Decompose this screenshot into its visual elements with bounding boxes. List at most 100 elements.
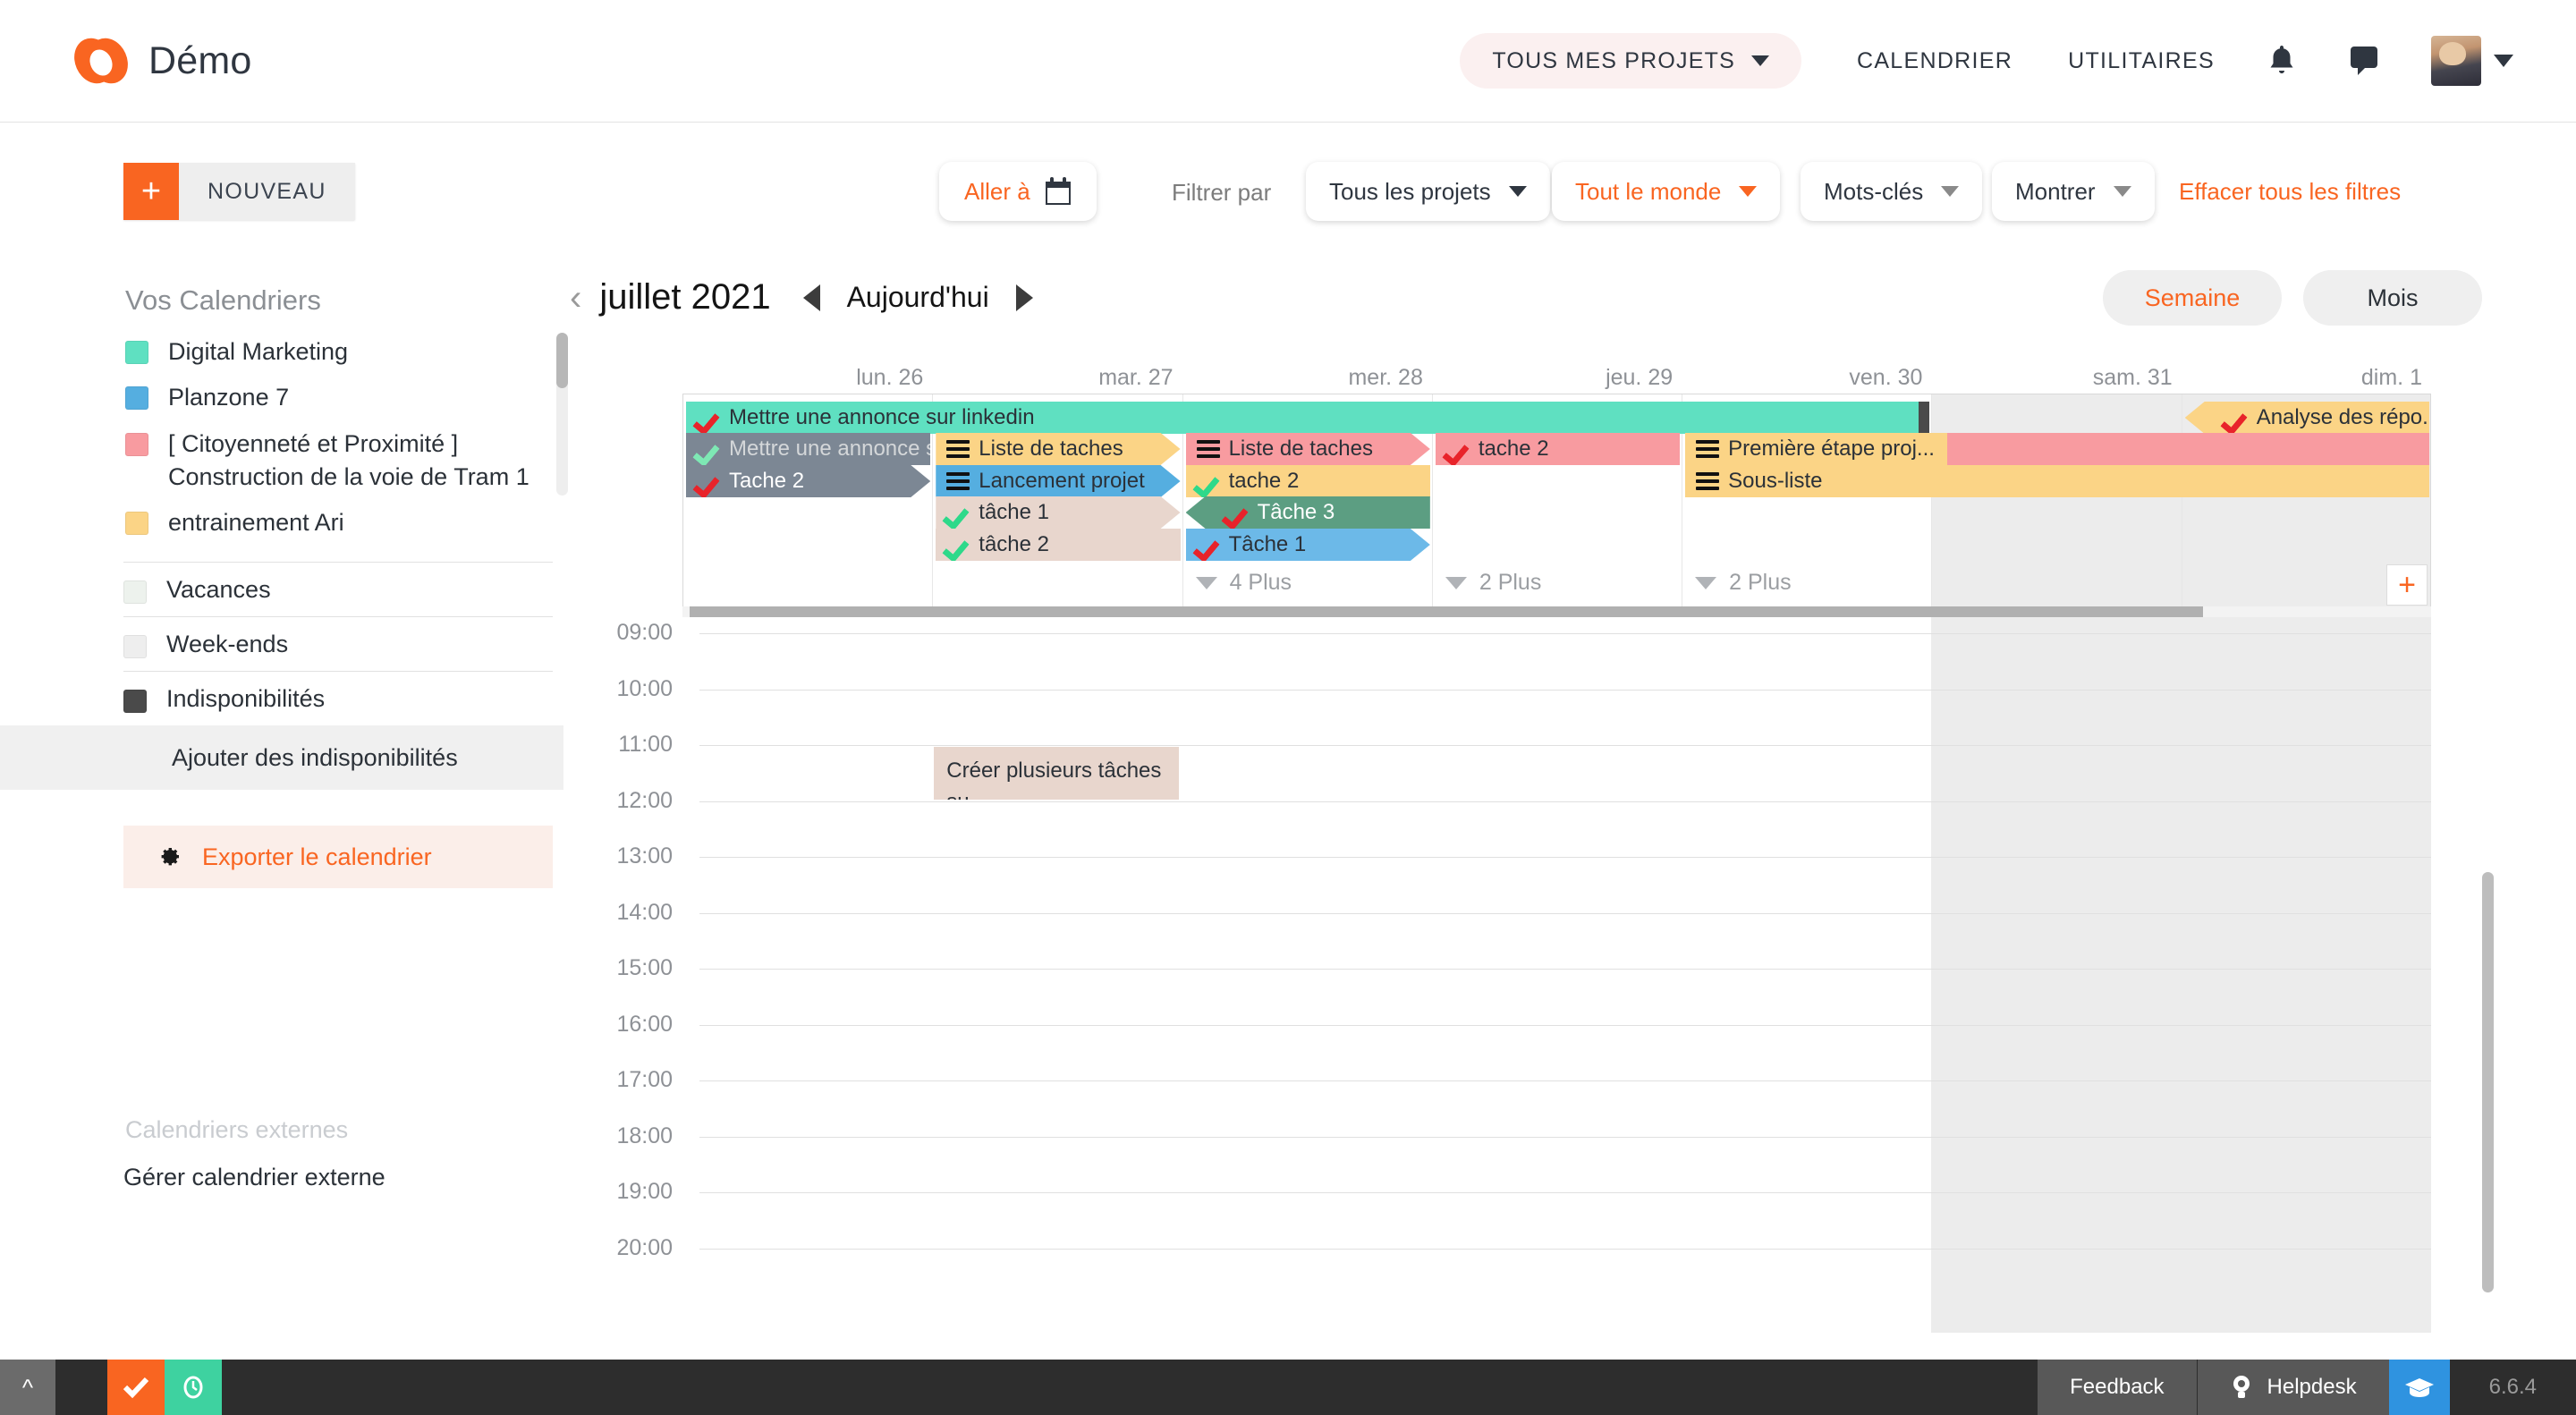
color-swatch [125, 432, 148, 456]
add-unavailability-button[interactable]: Ajouter des indisponibilités [0, 725, 564, 791]
chevron-down-icon [1445, 576, 1467, 589]
all-day-event[interactable]: tâche 1 [936, 496, 1180, 529]
projects-selector[interactable]: TOUS MES PROJETS [1460, 33, 1801, 89]
filter-projects-dropdown[interactable]: Tous les projets [1306, 162, 1550, 221]
all-day-event[interactable]: Sous-liste [1685, 465, 2429, 497]
all-day-event[interactable]: Lancement projet [936, 465, 1180, 497]
new-button[interactable]: + NOUVEAU [123, 163, 355, 220]
nav-link-utilitaires[interactable]: UTILITAIRES [2068, 48, 2215, 74]
all-day-event[interactable]: Liste de taches [1186, 433, 1430, 465]
event-title: Lancement projet [979, 469, 1145, 493]
event-title: Liste de taches [979, 436, 1123, 461]
app-root: Démo TOUS MES PROJETS CALENDRIER UTILITA… [0, 0, 2576, 1415]
time-grid-column-6[interactable] [2181, 617, 2431, 1333]
nav-link-calendrier[interactable]: CALENDRIER [1857, 48, 2012, 74]
hour-gridline [699, 1080, 2431, 1081]
check-icon [1446, 439, 1470, 459]
filter-by-label: Filtrer par [1172, 179, 1272, 206]
filter-projects-label: Tous les projets [1329, 177, 1491, 205]
calendar-name: Digital Marketing [168, 338, 349, 365]
goto-date-button[interactable]: Aller à [939, 162, 1097, 221]
chevron-left-icon[interactable]: ‹ [570, 280, 581, 316]
manage-external-calendar-link[interactable]: Gérer calendrier externe [123, 1164, 564, 1191]
check-icon [697, 439, 720, 459]
chevron-down-icon [1508, 186, 1527, 197]
all-day-event[interactable]: tache 2 [1435, 433, 1681, 465]
feedback-button[interactable]: Feedback [2037, 1360, 2197, 1415]
triangle-right-icon[interactable] [1015, 284, 1033, 311]
time-grid-vertical-scrollbar[interactable] [2482, 872, 2494, 1292]
all-day-event[interactable]: Analyse des répo... [2184, 402, 2429, 434]
chevron-down-icon [1739, 186, 1758, 197]
export-calendar-button[interactable]: Exporter le calendrier [123, 826, 553, 889]
event-title: tâche 2 [979, 532, 1050, 556]
clock-icon[interactable] [165, 1360, 222, 1415]
time-grid-column-4[interactable] [1682, 617, 1931, 1333]
brand-logo[interactable]: Démo [67, 31, 252, 90]
time-grid-column-3[interactable] [1432, 617, 1682, 1333]
add-event-button[interactable]: + [2386, 564, 2428, 606]
sidebar-item-weekends[interactable]: Week-ends [0, 617, 564, 671]
filter-people-dropdown[interactable]: Tout le monde [1552, 162, 1781, 221]
view-switcher: Semaine Mois [2103, 270, 2482, 326]
time-grid-column-0[interactable] [682, 617, 932, 1333]
plus-icon: + [123, 163, 179, 220]
chat-bubble-icon[interactable] [2349, 45, 2383, 77]
graduation-cap-icon[interactable] [2388, 1360, 2450, 1415]
all-day-event[interactable]: Mettre une annonce s... [686, 433, 931, 465]
user-menu[interactable] [2431, 36, 2513, 86]
helpdesk-button[interactable]: Helpdesk [2196, 1360, 2389, 1415]
color-swatch [123, 690, 147, 714]
calendar-list-item[interactable]: Digital Marketing [125, 329, 555, 375]
view-button-semaine[interactable]: Semaine [2103, 270, 2282, 326]
all-day-event[interactable]: Mettre une annonce sur linkedin [686, 402, 1930, 434]
hour-gridline [699, 633, 2431, 634]
day-header-3: jeu. 29 [1606, 365, 1674, 390]
calendar-list-scrollbar[interactable] [556, 333, 568, 496]
show-more-events[interactable]: 2 Plus [1445, 570, 1541, 596]
planzone-logo-icon [67, 31, 135, 90]
today-button[interactable]: Aujourd'hui [847, 281, 989, 314]
time-grid-column-5[interactable] [1931, 617, 2182, 1333]
bell-icon[interactable] [2267, 44, 2297, 78]
all-day-event[interactable]: Tâche 3 [1185, 496, 1430, 529]
timed-event[interactable]: Créer plusieurs tâches su...11:00 - 12:0… [934, 747, 1179, 800]
filter-show-dropdown[interactable]: Montrer [1992, 162, 2155, 221]
hour-label: 15:00 [616, 955, 673, 980]
check-icon [1225, 503, 1249, 522]
all-day-event[interactable]: Tâche 1 [1186, 529, 1430, 561]
triangle-left-icon[interactable] [802, 284, 820, 311]
calendar-list-item[interactable]: entrainement Ari [125, 500, 555, 546]
clear-filters-link[interactable]: Effacer tous les filtres [2179, 178, 2401, 206]
show-more-events[interactable]: 4 Plus [1195, 570, 1292, 596]
event-title: tache 2 [1478, 436, 1549, 461]
calendar-icon [1045, 177, 1072, 206]
chevron-up-icon[interactable]: ^ [0, 1360, 55, 1415]
show-more-events[interactable]: 2 Plus [1695, 570, 1792, 596]
check-icon[interactable] [107, 1360, 165, 1415]
time-grid-column-1[interactable] [932, 617, 1182, 1333]
all-day-column-5[interactable] [1932, 394, 2182, 608]
calendar-list-item[interactable]: [ Citoyenneté et Proximité ] Constructio… [125, 421, 555, 501]
allday-horizontal-scrollbar[interactable] [682, 606, 2431, 617]
hour-label: 11:00 [618, 732, 673, 757]
all-day-event[interactable]: Tache 2 [686, 465, 930, 497]
all-day-event[interactable]: tache 2 [1185, 465, 1430, 497]
hour-label: 10:00 [616, 675, 673, 701]
chevron-down-icon [2113, 186, 2131, 197]
day-header-1: mar. 27 [1098, 365, 1174, 390]
sidebar-item-indisponibilites[interactable]: Indisponibilités [0, 672, 564, 725]
gear-icon [156, 843, 182, 870]
event-resize-handle[interactable] [1919, 402, 1930, 434]
current-month-label: juillet 2021 [599, 277, 771, 317]
time-grid-column-2[interactable] [1182, 617, 1432, 1333]
all-day-event[interactable]: tâche 2 [936, 529, 1181, 561]
sidebar-item-vacances[interactable]: Vacances [0, 563, 564, 616]
view-button-mois[interactable]: Mois [2303, 270, 2482, 326]
check-icon [1197, 535, 1220, 555]
calendar-list-item[interactable]: Planzone 7 [125, 375, 555, 420]
filter-keywords-dropdown[interactable]: Mots-clés [1801, 162, 1983, 221]
all-day-event[interactable]: Liste de taches [936, 433, 1180, 465]
all-day-event[interactable]: Première étape proj... [1685, 433, 2429, 465]
helpdesk-label: Helpdesk [2267, 1375, 2357, 1399]
